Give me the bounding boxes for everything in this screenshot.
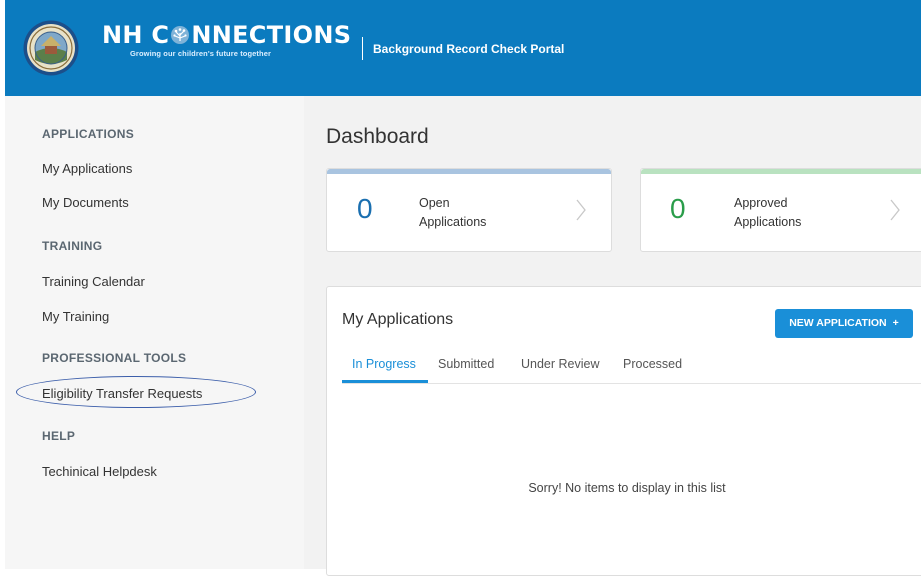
brand-logo: NH C NNECTIONS Growing our children's fut…: [102, 22, 351, 58]
tab-in-progress[interactable]: In Progress: [352, 357, 416, 371]
open-applications-count: 0: [357, 193, 373, 224]
tab-submitted[interactable]: Submitted: [438, 357, 494, 371]
header-divider: [362, 37, 363, 60]
new-application-label: NEW APPLICATION: [789, 317, 887, 329]
brand-title-part1: NH C: [102, 21, 170, 49]
top-header: NH C NNECTIONS Growing our children's fut…: [5, 0, 921, 96]
new-application-button[interactable]: NEW APPLICATION +: [775, 309, 913, 338]
tab-under-review[interactable]: Under Review: [521, 357, 600, 371]
sidebar-item-my-applications[interactable]: My Applications: [42, 161, 132, 176]
card-accent-bar: [641, 169, 921, 174]
open-applications-card[interactable]: 0 Open Applications: [326, 168, 612, 252]
sidebar-heading-help: HELP: [42, 429, 76, 443]
sidebar-heading-training: TRAINING: [42, 239, 103, 253]
sidebar-heading-applications: APPLICATIONS: [42, 127, 135, 141]
sidebar-item-technical-helpdesk[interactable]: Techinical Helpdesk: [42, 464, 157, 479]
open-applications-label: Open Applications: [419, 196, 487, 229]
approved-applications-card[interactable]: 0 Approved Applications: [640, 168, 921, 252]
portal-name: Background Record Check Portal: [373, 42, 565, 56]
approved-applications-label: Approved Applications: [734, 196, 802, 229]
card-accent-bar: [327, 169, 611, 174]
active-tab-indicator: [342, 380, 428, 383]
sidebar-heading-professional-tools: PROFESSIONAL TOOLS: [42, 351, 187, 365]
sidebar-item-my-training[interactable]: My Training: [42, 309, 109, 324]
brand-title-part2: NNECTIONS: [191, 21, 352, 49]
chevron-right-icon: [890, 199, 900, 221]
application-tabs: In Progress Submitted Under Review Proce…: [342, 347, 921, 384]
empty-list-message: Sorry! No items to display in this list: [528, 481, 726, 495]
main-content: Dashboard 0 Open Applications 0 Approved…: [304, 96, 921, 576]
state-seal-logo: [23, 20, 79, 76]
page-title: Dashboard: [326, 125, 429, 148]
sidebar-item-eligibility-transfer-requests[interactable]: Eligibility Transfer Requests: [42, 386, 202, 401]
sidebar-item-training-calendar[interactable]: Training Calendar: [42, 274, 145, 289]
my-applications-panel: My Applications NEW APPLICATION + In Prog…: [326, 286, 921, 576]
brand-tagline: Growing our children's future together: [130, 49, 272, 58]
sidebar-item-my-documents[interactable]: My Documents: [42, 195, 129, 210]
tree-o-icon: [171, 26, 190, 44]
sidebar: APPLICATIONS My Applications My Document…: [5, 96, 304, 569]
plus-icon: +: [892, 317, 899, 329]
approved-applications-count: 0: [670, 193, 686, 224]
brand-title: NH C NNECTIONS: [102, 22, 351, 48]
chevron-right-icon: [576, 199, 586, 221]
tab-processed[interactable]: Processed: [623, 357, 682, 371]
my-applications-title: My Applications: [342, 311, 454, 328]
